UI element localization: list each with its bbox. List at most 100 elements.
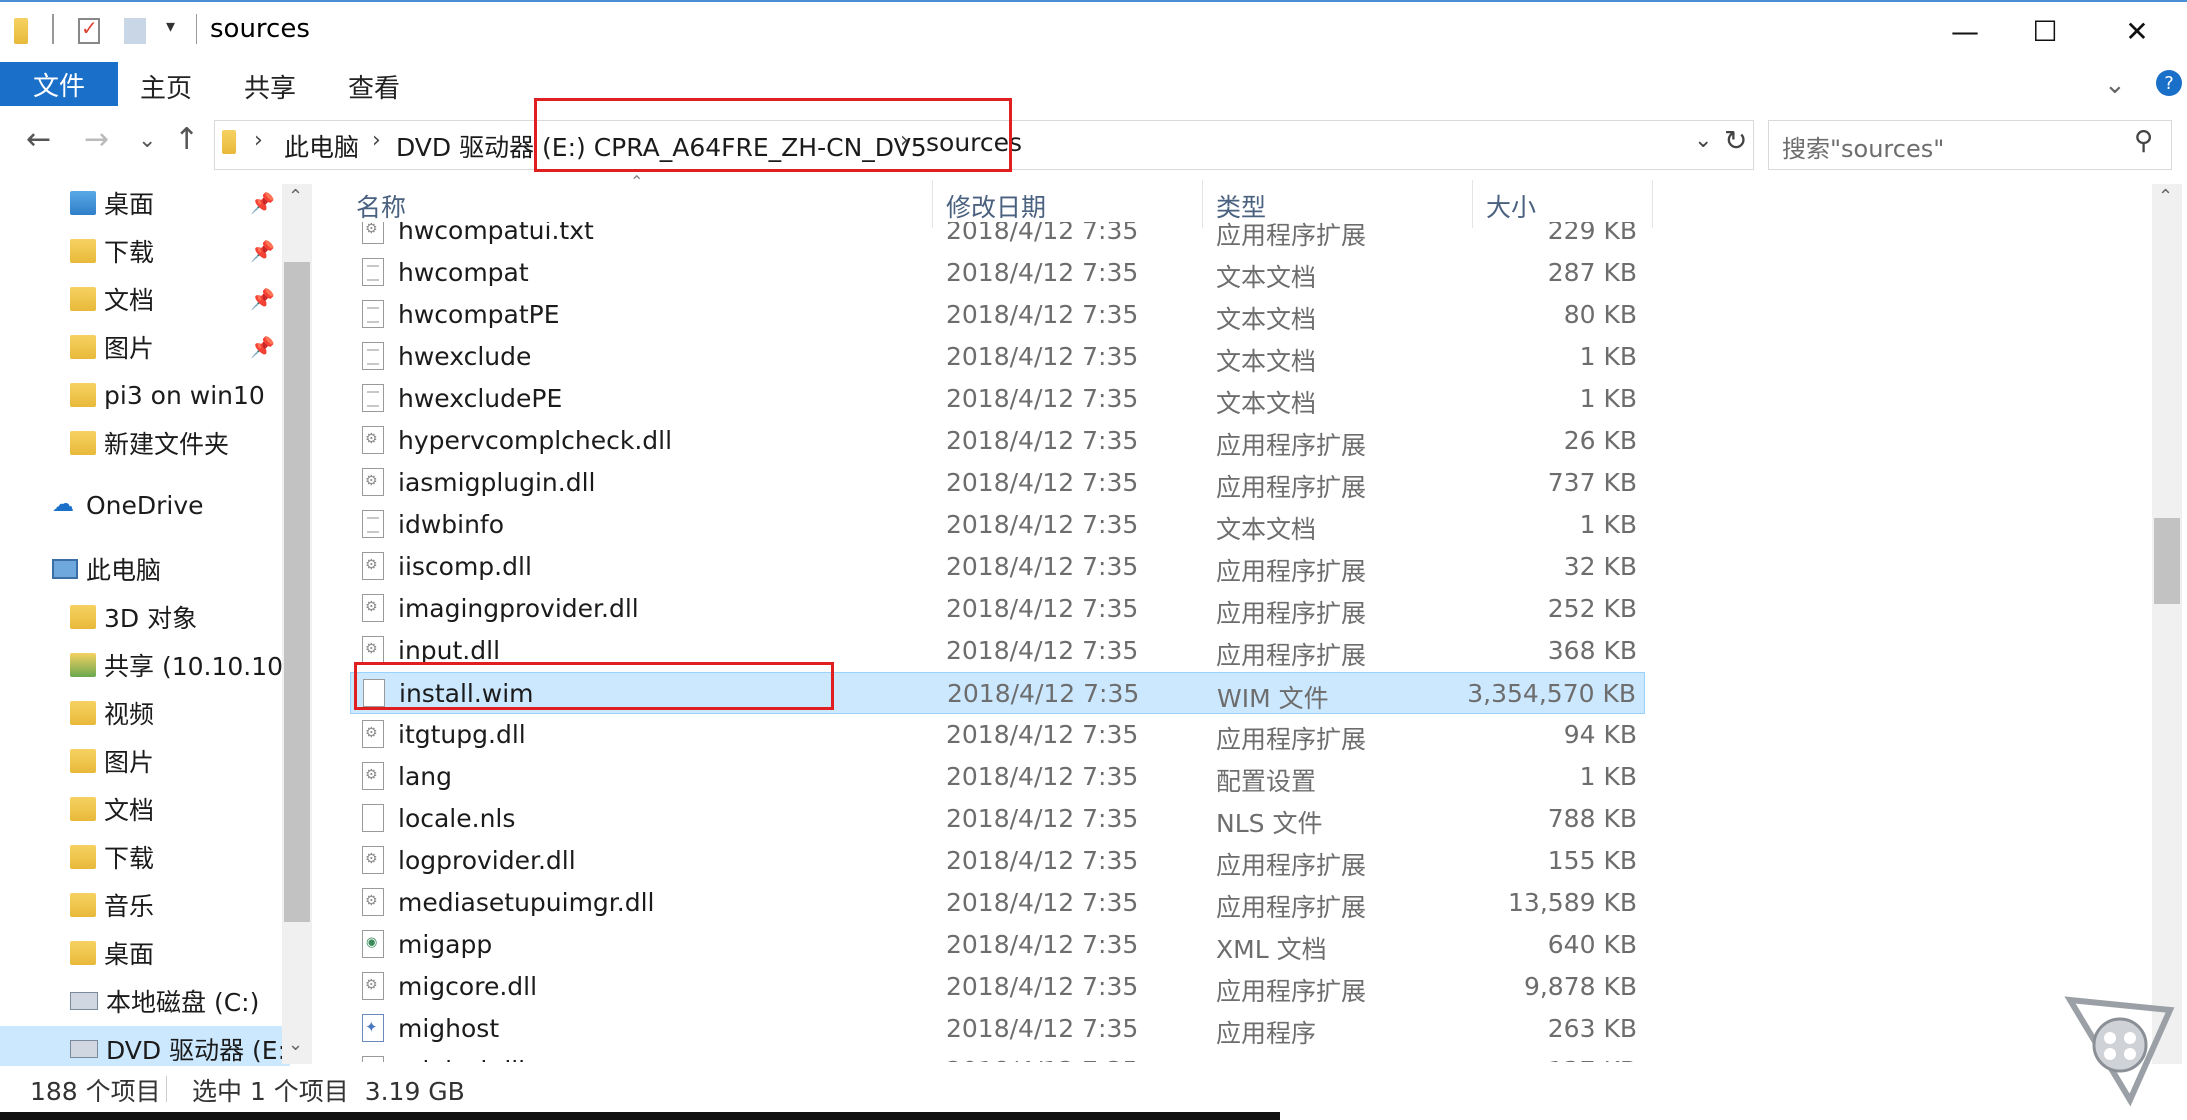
table-row[interactable]: iasmigplugin.dll 2018/4/12 7:35 应用程序扩展 737 …: [350, 462, 1645, 504]
table-row[interactable]: mediasetupuimgr.dll 2018/4/12 7:35 应用程序扩展 1…: [350, 882, 1645, 924]
address-dropdown-icon[interactable]: ⌄: [1694, 128, 1712, 153]
table-row[interactable]: hypervcomplcheck.dll 2018/4/12 7:35 应用程序扩展…: [350, 420, 1645, 462]
chevron-down-icon[interactable]: ⌄: [2104, 70, 2126, 100]
file-type: 应用程序扩展: [1216, 725, 1367, 754]
title-bar: [0, 0, 2187, 62]
file-date: 2018/4/12 7:35: [946, 426, 1139, 455]
file-type: 应用程序: [1216, 1019, 1317, 1048]
file-name: hwexcludePE: [398, 384, 563, 413]
maximize-button[interactable]: ☐: [2000, 4, 2090, 58]
title-divider: [52, 14, 54, 44]
file-date: 2018/4/12 7:35: [946, 594, 1139, 623]
tab-share[interactable]: 共享: [244, 68, 296, 105]
file-date: 2018/4/12 7:35: [946, 300, 1139, 329]
file-size: 1 KB: [1579, 384, 1637, 413]
table-row[interactable]: migapp 2018/4/12 7:35 XML 文档 640 KB: [350, 924, 1645, 966]
file-date: 2018/4/12 7:35: [946, 510, 1139, 539]
text-file-icon: [362, 342, 384, 370]
table-row[interactable]: iiscomp.dll 2018/4/12 7:35 应用程序扩展 32 KB: [350, 546, 1645, 588]
refresh-icon[interactable]: ↻: [1724, 124, 1747, 157]
table-row[interactable]: migisol.dll 2018/4/12 7:35 应用程序扩展 137 KB: [350, 1050, 1645, 1062]
file-name: iasmigplugin.dll: [398, 468, 596, 497]
file-name: hwcompatui.txt: [398, 222, 594, 245]
file-name: logprovider.dll: [398, 846, 576, 875]
dll-file-icon: [362, 972, 384, 1000]
file-size: 1 KB: [1579, 762, 1637, 791]
column-header-size[interactable]: 大小: [1486, 188, 1536, 224]
table-row[interactable]: lang 2018/4/12 7:35 配置设置 1 KB: [350, 756, 1645, 798]
file-list-scroll-thumb[interactable]: [2154, 518, 2180, 604]
file-date: 2018/4/12 7:35: [947, 679, 1140, 708]
table-row[interactable]: hwexcludePE 2018/4/12 7:35 文本文档 1 KB: [350, 378, 1645, 420]
scroll-up-icon[interactable]: ⌃: [2158, 186, 2173, 207]
breadcrumb-separator[interactable]: ›: [372, 128, 381, 153]
file-name: hwcompatPE: [398, 300, 560, 329]
column-divider[interactable]: [1652, 180, 1653, 228]
selection-info: 选中 1 个项目 3.19 GB: [192, 1077, 465, 1106]
table-row[interactable]: hwcompatui.txt 2018/4/12 7:35 应用程序扩展 229 KB: [350, 222, 1645, 252]
table-row[interactable]: imagingprovider.dll 2018/4/12 7:35 应用程序扩展 2…: [350, 588, 1645, 630]
file-size: 3,354,570 KB: [1467, 679, 1636, 708]
help-icon[interactable]: ?: [2156, 70, 2182, 96]
file-name: itgtupg.dll: [398, 720, 526, 749]
breadcrumb-separator[interactable]: ›: [254, 128, 263, 153]
file-date: 2018/4/12 7:35: [946, 930, 1139, 959]
forward-arrow-icon[interactable]: →: [84, 122, 109, 157]
table-row[interactable]: idwbinfo 2018/4/12 7:35 文本文档 1 KB: [350, 504, 1645, 546]
properties-icon[interactable]: ✓: [78, 16, 100, 44]
table-row[interactable]: logprovider.dll 2018/4/12 7:35 应用程序扩展 155 K…: [350, 840, 1645, 882]
scroll-up-icon[interactable]: ⌃: [288, 186, 303, 207]
recent-locations-icon[interactable]: ⌄: [138, 128, 156, 153]
file-date: 2018/4/12 7:35: [946, 888, 1139, 917]
dll-file-icon: [362, 552, 384, 580]
search-icon[interactable]: ⚲: [2134, 126, 2153, 156]
column-divider[interactable]: [932, 180, 933, 228]
file-type: 应用程序扩展: [1216, 222, 1367, 250]
file-size: 1 KB: [1579, 510, 1637, 539]
pin-icon[interactable]: 📌: [250, 191, 275, 215]
close-button[interactable]: ✕: [2092, 4, 2182, 58]
minimize-button[interactable]: —: [1920, 4, 2010, 58]
sort-ascending-icon: ⌃: [630, 172, 644, 191]
table-row[interactable]: hwcompat 2018/4/12 7:35 文本文档 287 KB: [350, 252, 1645, 294]
file-size: 1 KB: [1579, 342, 1637, 371]
column-header-type[interactable]: 类型: [1216, 188, 1266, 224]
table-row[interactable]: hwexclude 2018/4/12 7:35 文本文档 1 KB: [350, 336, 1645, 378]
tab-view[interactable]: 查看: [348, 68, 400, 105]
table-row[interactable]: mighost 2018/4/12 7:35 应用程序 263 KB: [350, 1008, 1645, 1050]
new-folder-icon[interactable]: [124, 18, 146, 44]
tab-file[interactable]: 文件: [0, 62, 118, 106]
file-type: 应用程序扩展: [1216, 473, 1367, 502]
file-type: 应用程序扩展: [1216, 641, 1367, 670]
file-name: locale.nls: [398, 804, 516, 833]
tab-home[interactable]: 主页: [140, 68, 192, 105]
file-date: 2018/4/12 7:35: [946, 552, 1139, 581]
quick-access-dropdown-icon[interactable]: ▾: [166, 16, 175, 37]
file-name: hwexclude: [398, 342, 532, 371]
status-divider: [166, 1076, 167, 1102]
file-name: idwbinfo: [398, 510, 505, 539]
file-size: 32 KB: [1563, 552, 1637, 581]
file-type: 应用程序扩展: [1216, 977, 1367, 1006]
file-size: 229 KB: [1547, 222, 1637, 245]
file-list-scrollbar[interactable]: [2152, 184, 2182, 1064]
column-header-date[interactable]: 修改日期: [946, 188, 1046, 224]
folder-icon: [70, 191, 96, 215]
column-divider[interactable]: [1472, 180, 1473, 228]
file-name: hypervcomplcheck.dll: [398, 426, 673, 455]
xml-file-icon: [362, 930, 384, 958]
table-row[interactable]: locale.nls 2018/4/12 7:35 NLS 文件 788 KB: [350, 798, 1645, 840]
table-row[interactable]: itgtupg.dll 2018/4/12 7:35 应用程序扩展 94 KB: [350, 714, 1645, 756]
dll-file-icon: [362, 468, 384, 496]
column-divider[interactable]: [1202, 180, 1203, 228]
table-row[interactable]: hwcompatPE 2018/4/12 7:35 文本文档 80 KB: [350, 294, 1645, 336]
breadcrumb-this-pc[interactable]: 此电脑: [284, 128, 359, 164]
back-arrow-icon[interactable]: ←: [26, 122, 51, 157]
text-file-icon: [362, 300, 384, 328]
file-date: 2018/4/12 7:35: [946, 258, 1139, 287]
sidebar-item-desktop-quick[interactable]: 桌面 📌: [0, 180, 290, 226]
column-header-name[interactable]: 名称: [356, 188, 406, 224]
ribbon-bar: [0, 62, 2187, 109]
table-row[interactable]: migcore.dll 2018/4/12 7:35 应用程序扩展 9,878 KB: [350, 966, 1645, 1008]
up-arrow-icon[interactable]: ↑: [174, 122, 199, 157]
